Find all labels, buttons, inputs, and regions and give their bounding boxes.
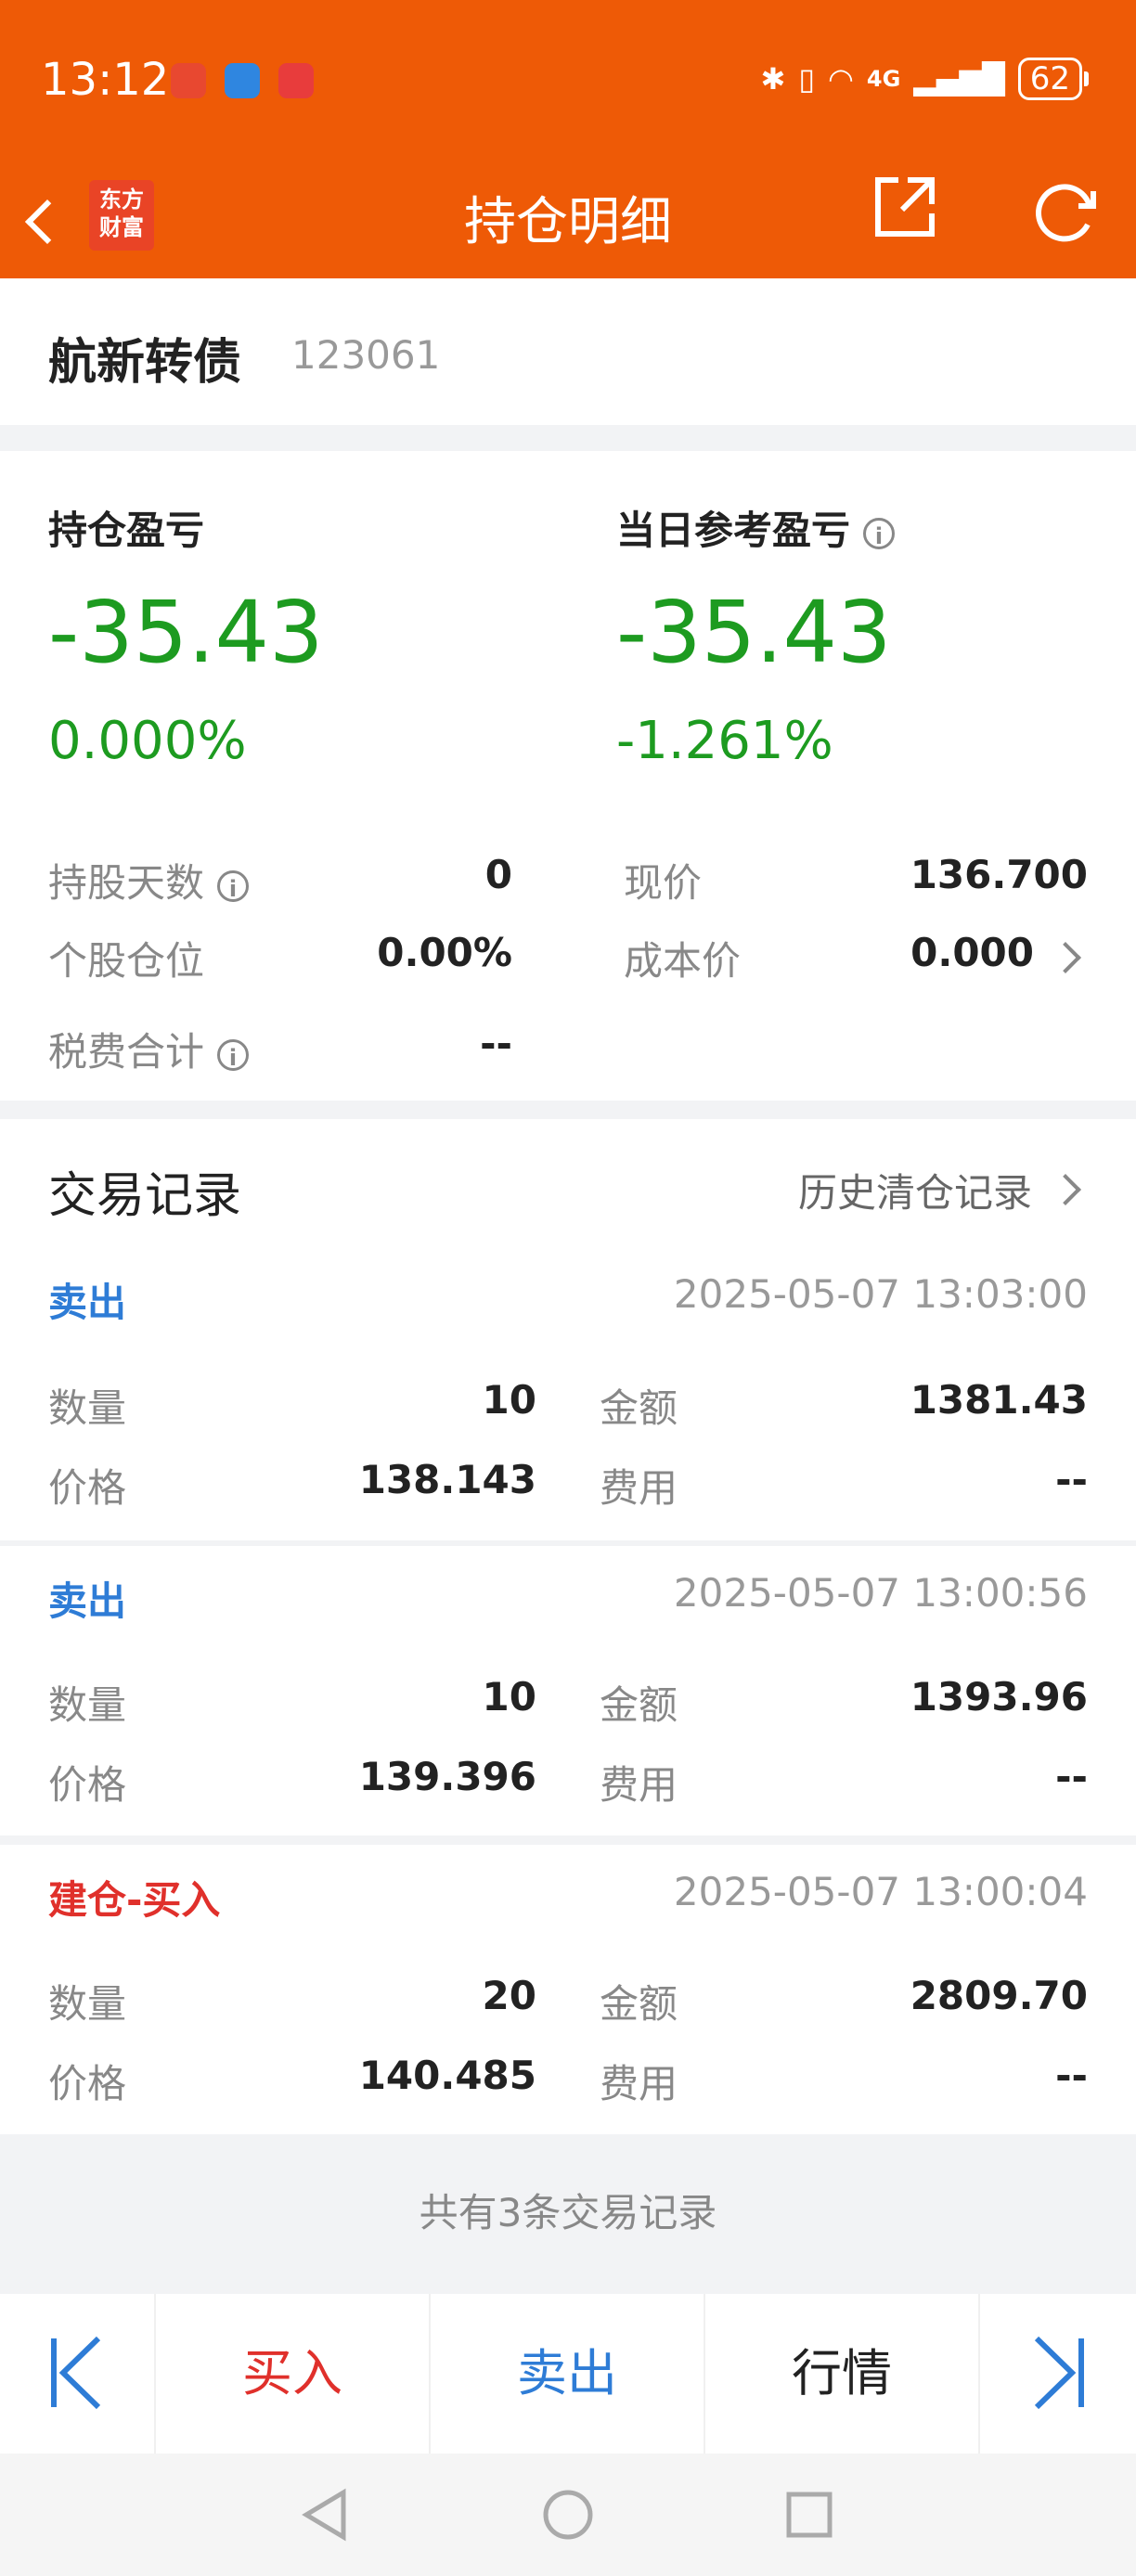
system-home-icon[interactable] [540, 2487, 596, 2543]
current-price-value: 136.700 [910, 852, 1088, 897]
position-summary: 持仓盈亏 当日参考盈亏 i -35.43 -35.43 0.000% -1.261… [0, 451, 1136, 1101]
reader-app-icon [278, 63, 314, 98]
battery-level: 62 [1029, 60, 1070, 97]
qty-label: 数量 [48, 1981, 127, 2027]
daily-pl-pct: -1.261% [616, 711, 833, 771]
last-record-button[interactable] [980, 2294, 1136, 2454]
sell-button[interactable]: 卖出 [431, 2294, 705, 2454]
price-value: 138.143 [358, 1457, 536, 1502]
trade-time: 2025-05-07 13:03:00 [673, 1271, 1088, 1317]
price-value: 139.396 [358, 1754, 536, 1799]
refresh-icon[interactable] [1026, 173, 1104, 251]
history-link[interactable]: 历史清仓记录 [798, 1162, 1032, 1218]
price-label: 价格 [48, 2061, 127, 2106]
position-pl-label-text: 持仓盈亏 [48, 508, 205, 553]
trade-record[interactable]: 卖出 2025-05-07 13:03:00 数量 10 金额 1381.43 … [0, 1247, 1136, 1540]
price-value: 140.485 [358, 2053, 536, 2098]
trade-type: 建仓-买入 [48, 1877, 221, 1923]
bottom-action-bar: 买入 卖出 行情 [0, 2294, 1136, 2454]
trade-type: 卖出 [48, 1578, 127, 1624]
cost-price-value[interactable]: 0.000 [910, 930, 1034, 975]
vibrate-icon: ▯ [798, 61, 815, 97]
fee-label: 费用 [600, 2061, 678, 2106]
status-time: 13:12 [41, 54, 170, 106]
info-icon[interactable]: i [217, 869, 250, 902]
app-notification-icon [171, 63, 206, 98]
nav-bar: 持仓明细 东方 财富 [0, 167, 1136, 278]
price-label: 价格 [48, 1762, 127, 1808]
signal-icon: ▂▄▆█ [913, 61, 1005, 97]
position-pl-value: -35.43 [48, 583, 324, 682]
logo-line1: 东方 [99, 187, 144, 213]
info-icon[interactable]: i [217, 1038, 250, 1071]
fee-label: 费用 [600, 1762, 678, 1808]
system-back-icon[interactable] [299, 2487, 351, 2543]
weather-app-icon [225, 63, 260, 98]
chevron-right-icon[interactable] [1050, 1174, 1081, 1205]
system-nav-bar [0, 2454, 1136, 2576]
fee-label: 费用 [600, 1465, 678, 1511]
daily-pl-label: 当日参考盈亏 i [616, 499, 896, 556]
position-ratio-label: 个股仓位 [48, 938, 205, 984]
tax-fee-label: 税费合计 i [48, 1021, 250, 1077]
price-label: 价格 [48, 1465, 127, 1511]
qty-label: 数量 [48, 1385, 127, 1431]
trade-record[interactable]: 建仓-买入 2025-05-07 13:00:04 数量 20 金额 2809.… [0, 1845, 1136, 2134]
trade-record[interactable]: 卖出 2025-05-07 13:00:56 数量 10 金额 1393.96 … [0, 1546, 1136, 1835]
daily-pl-value: -35.43 [616, 583, 892, 682]
system-recents-icon[interactable] [783, 2489, 835, 2541]
network-type: 4G [866, 66, 901, 92]
amount-value: 1393.96 [910, 1674, 1088, 1719]
qty-value: 20 [482, 1973, 536, 2018]
trade-time: 2025-05-07 13:00:04 [673, 1869, 1088, 1914]
qty-value: 10 [482, 1377, 536, 1423]
position-pl-pct: 0.000% [48, 711, 247, 771]
status-bar: 13:12 ✱ ▯ ◠ 4G ▂▄▆█ 62 [0, 0, 1136, 167]
amount-label: 金额 [600, 1981, 678, 2027]
daily-pl-label-text: 当日参考盈亏 [616, 508, 851, 553]
buy-button[interactable]: 买入 [156, 2294, 431, 2454]
fee-value: -- [1055, 2053, 1088, 2098]
qty-value: 10 [482, 1674, 536, 1719]
cost-price-label: 成本价 [624, 938, 742, 984]
logo-line2: 财富 [99, 214, 144, 240]
tax-fee-value: -- [480, 1021, 512, 1066]
trade-time: 2025-05-07 13:00:56 [673, 1570, 1088, 1616]
wifi-icon: ◠ [827, 61, 854, 97]
current-price-label: 现价 [624, 860, 703, 906]
position-ratio-value: 0.00% [377, 930, 512, 975]
app-logo: 东方 财富 [89, 180, 154, 251]
fee-value: -- [1055, 1754, 1088, 1799]
page-title: 持仓明细 [464, 192, 672, 252]
stock-name: 航新转债 [48, 335, 242, 391]
share-icon[interactable] [871, 173, 939, 241]
quote-button[interactable]: 行情 [705, 2294, 980, 2454]
bluetooth-icon: ✱ [760, 61, 786, 97]
fee-value: -- [1055, 1457, 1088, 1502]
chevron-right-icon[interactable] [1050, 942, 1081, 973]
skip-first-icon [51, 2336, 101, 2410]
battery-icon: 62 [1017, 58, 1090, 100]
amount-label: 金额 [600, 1682, 678, 1728]
hold-days-label: 持股天数 i [48, 852, 250, 908]
amount-value: 2809.70 [910, 1973, 1088, 2018]
stock-header: 航新转债 123061 [0, 278, 1136, 425]
position-pl-label: 持仓盈亏 [48, 499, 204, 556]
stock-code: 123061 [291, 332, 441, 378]
hold-days-label-text: 持股天数 [48, 860, 205, 906]
amount-label: 金额 [600, 1385, 678, 1431]
info-icon[interactable]: i [863, 517, 896, 549]
system-icons: ✱ ▯ ◠ 4G ▂▄▆█ 62 [760, 58, 1090, 100]
skip-last-icon [1034, 2336, 1084, 2410]
first-record-button[interactable] [0, 2294, 156, 2454]
tax-fee-label-text: 税费合计 [48, 1029, 205, 1075]
trade-count-note: 共有3条交易记录 [0, 2134, 1136, 2292]
hold-days-value: 0 [484, 852, 512, 897]
trade-type: 卖出 [48, 1280, 127, 1325]
trade-records-header: 交易记录 历史清仓记录 [0, 1119, 1136, 1247]
trade-records-title: 交易记录 [48, 1168, 242, 1224]
amount-value: 1381.43 [910, 1377, 1088, 1423]
qty-label: 数量 [48, 1682, 127, 1728]
